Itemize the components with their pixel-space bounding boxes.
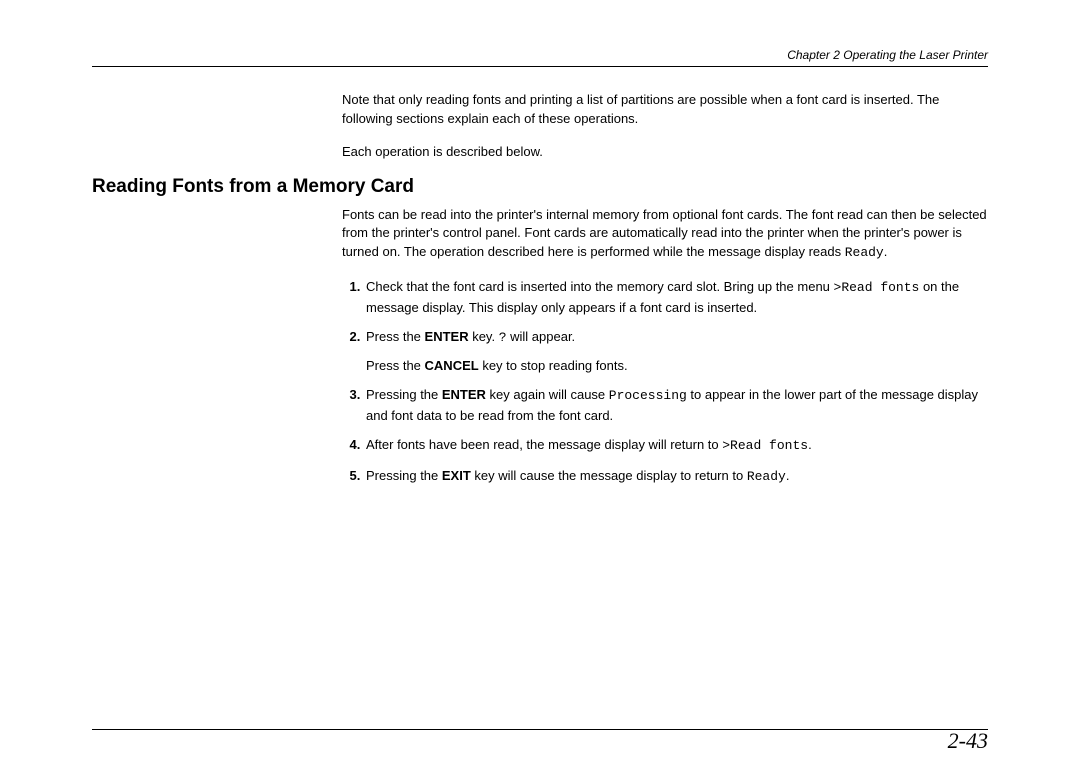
step5-ready-code: Ready	[747, 469, 786, 484]
step5-c: .	[786, 468, 790, 483]
page-number: 2-43	[948, 728, 988, 754]
running-head: Chapter 2 Operating the Laser Printer	[92, 48, 988, 67]
step2-d: Press the	[366, 358, 425, 373]
step3-b: key again will cause	[486, 387, 609, 402]
step2-b: key.	[469, 329, 499, 344]
step4-a: After fonts have been read, the message …	[366, 437, 722, 452]
intro-block: Note that only reading fonts and printin…	[342, 91, 988, 162]
step2-a: Press the	[366, 329, 425, 344]
step5-exit-key: EXIT	[442, 468, 471, 483]
section-lead: Fonts can be read into the printer's int…	[342, 206, 988, 264]
intro-p2: Each operation is described below.	[342, 143, 988, 162]
footer-rule	[92, 729, 988, 730]
step2-c: will appear.	[507, 329, 576, 344]
step2-q-code: ?	[499, 330, 507, 345]
step-4: After fonts have been read, the message …	[364, 435, 988, 456]
intro-p1: Note that only reading fonts and printin…	[342, 91, 988, 129]
step3-a: Pressing the	[366, 387, 442, 402]
step3-enter-key: ENTER	[442, 387, 486, 402]
step-2: Press the ENTER key. ? will appear. Pres…	[364, 327, 988, 375]
step5-b: key will cause the message display to re…	[471, 468, 747, 483]
page: Chapter 2 Operating the Laser Printer No…	[0, 0, 1080, 764]
body-column: Fonts can be read into the printer's int…	[342, 206, 988, 487]
step2-enter-key: ENTER	[425, 329, 469, 344]
step5-a: Pressing the	[366, 468, 442, 483]
step-3: Pressing the ENTER key again will cause …	[364, 385, 988, 425]
step4-b: .	[808, 437, 812, 452]
lead-text-b: .	[884, 244, 888, 259]
step2-e: key to stop reading fonts.	[479, 358, 628, 373]
step1-a: Check that the font card is inserted int…	[366, 279, 834, 294]
step-1: Check that the font card is inserted int…	[364, 277, 988, 317]
steps-list: Check that the font card is inserted int…	[342, 277, 988, 486]
lead-ready-code: Ready	[845, 245, 884, 260]
step-5: Pressing the EXIT key will cause the mes…	[364, 466, 988, 487]
lead-text-a: Fonts can be read into the printer's int…	[342, 207, 987, 260]
step1-menu-code: >Read fonts	[834, 280, 920, 295]
step4-menu-code: >Read fonts	[722, 438, 808, 453]
section-heading: Reading Fonts from a Memory Card	[92, 176, 988, 198]
step2-cancel-key: CANCEL	[425, 358, 479, 373]
step3-proc-code: Processing	[609, 388, 687, 403]
